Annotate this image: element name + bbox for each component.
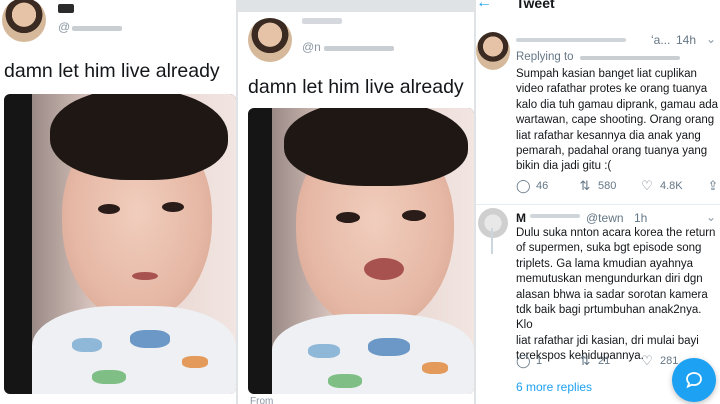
tweet-card-left: @ damn let him live already bbox=[0, 0, 236, 404]
reply-button[interactable]: ◯ 46 bbox=[516, 179, 578, 192]
tweet-text: damn let him live already bbox=[4, 60, 220, 82]
reply-time: 1h bbox=[634, 211, 648, 225]
reply-icon: ◯ bbox=[516, 353, 531, 368]
thread-line bbox=[491, 228, 493, 254]
video-player[interactable] bbox=[4, 94, 236, 394]
reply-button[interactable]: ◯ 1 bbox=[516, 354, 578, 367]
avatar[interactable] bbox=[478, 208, 508, 238]
user-handle: @tewn bbox=[586, 211, 624, 225]
replying-to: Replying to bbox=[516, 51, 574, 63]
video-player[interactable] bbox=[248, 108, 474, 394]
page-title: Tweet bbox=[516, 0, 555, 11]
retweet-button[interactable]: ⇅ 21 bbox=[578, 354, 640, 367]
share-icon[interactable]: ⇪ bbox=[706, 179, 720, 192]
user-handle: @ bbox=[58, 20, 71, 34]
handle-redacted bbox=[72, 26, 122, 31]
more-replies-link[interactable]: 6 more replies bbox=[516, 380, 592, 394]
avatar[interactable] bbox=[248, 18, 292, 62]
reply-text: Sumpah kasian banget liat cuplikan video… bbox=[516, 68, 719, 173]
display-name-redacted bbox=[530, 214, 580, 218]
reply-icon: ◯ bbox=[516, 178, 531, 193]
reply-thread: ← Tweet 14h ʻa... ⌄ Replying to Sumpah k… bbox=[476, 0, 720, 404]
reply-text: Dulu suka nnton acara korea the return o… bbox=[516, 227, 716, 363]
chevron-down-icon[interactable]: ⌄ bbox=[706, 32, 716, 46]
retweet-button[interactable]: ⇅ 580 bbox=[578, 179, 640, 192]
display-name-redacted bbox=[58, 4, 74, 13]
replying-handle-redacted bbox=[580, 56, 680, 60]
display-name-initial: M bbox=[516, 211, 526, 225]
reply-actions: ◯ 46 ⇅ 580 ♡ 4.8K ⇪ bbox=[516, 179, 720, 192]
video-frame bbox=[272, 108, 474, 394]
divider bbox=[476, 204, 720, 205]
tweet-card-middle: @n damn let him live already From bbox=[238, 12, 474, 404]
tweet-text: damn let him live already bbox=[248, 76, 464, 98]
handle-fragment: ʻa... bbox=[651, 33, 671, 47]
retweet-icon: ⇅ bbox=[579, 353, 591, 368]
heart-icon: ♡ bbox=[641, 353, 653, 368]
compose-reply-button[interactable] bbox=[672, 358, 716, 402]
video-frame bbox=[32, 94, 236, 394]
avatar[interactable] bbox=[2, 0, 46, 42]
user-handle: @n bbox=[302, 40, 321, 54]
back-arrow-icon[interactable]: ← bbox=[476, 0, 492, 12]
avatar[interactable] bbox=[476, 32, 510, 70]
chat-bubble-icon bbox=[686, 372, 702, 389]
source-label: From bbox=[250, 396, 274, 404]
heart-icon: ♡ bbox=[641, 178, 653, 193]
chevron-down-icon[interactable]: ⌄ bbox=[706, 210, 716, 224]
like-button[interactable]: ♡ 4.8K bbox=[640, 179, 706, 192]
display-name-redacted bbox=[516, 38, 626, 42]
reply-time: 14h bbox=[676, 33, 697, 47]
display-name-redacted bbox=[302, 18, 342, 24]
handle-redacted bbox=[324, 46, 394, 51]
retweet-icon: ⇅ bbox=[579, 178, 591, 193]
